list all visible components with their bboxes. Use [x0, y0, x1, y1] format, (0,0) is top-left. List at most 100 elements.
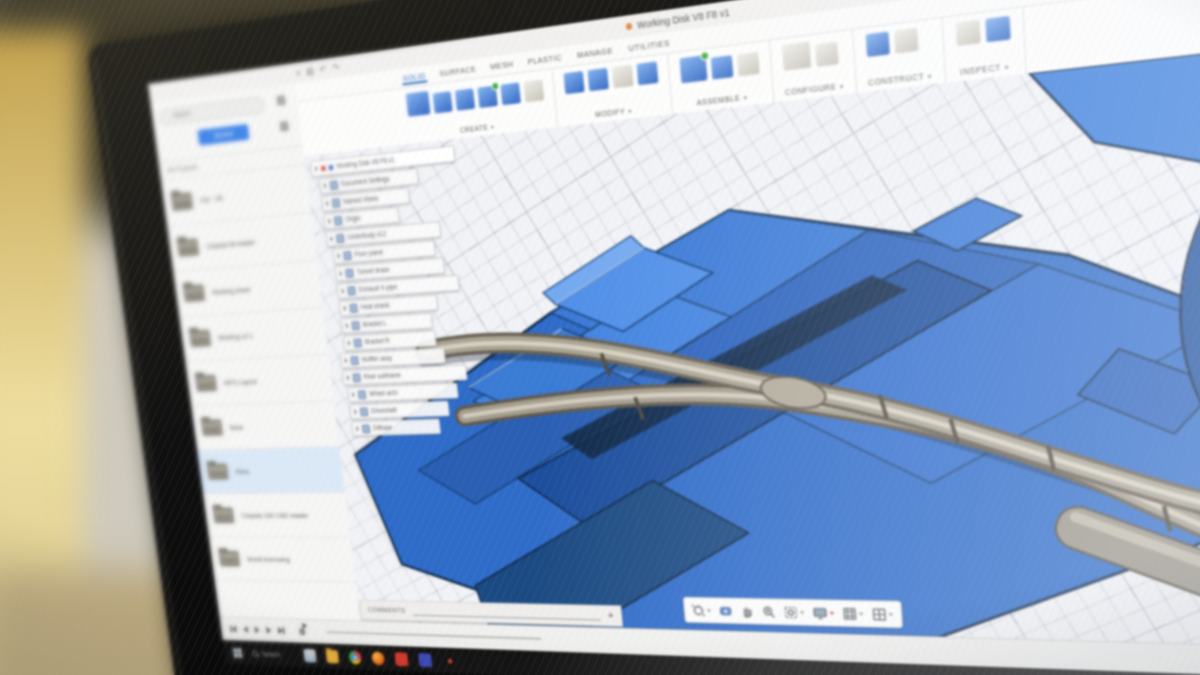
- chevron-down-icon-red: [830, 611, 835, 614]
- tab-plastic[interactable]: PLASTIC: [526, 50, 564, 69]
- loft-icon[interactable]: [500, 82, 521, 106]
- expand-caret-icon[interactable]: [326, 200, 329, 206]
- display-settings-button[interactable]: [812, 606, 834, 620]
- folder-row[interactable]: MFG Layout: [185, 355, 333, 407]
- pdf-app-icon[interactable]: [394, 652, 408, 666]
- browser-row-label: Working Disk V8 F8 v1: [336, 157, 395, 170]
- ribbon-group-construct: CONSTRUCT▾: [853, 18, 946, 93]
- body-icon: [353, 338, 362, 347]
- expand-caret-icon[interactable]: [339, 270, 342, 276]
- browser-row-label: Underbody v12: [347, 231, 386, 241]
- browser-row[interactable]: Wheel arch: [347, 383, 459, 403]
- browser-row-label: Rear subframe: [363, 372, 401, 380]
- folder-row-selected[interactable]: Rims: [197, 447, 344, 494]
- timeline-go-to-start-button[interactable]: [230, 626, 237, 633]
- firefox-icon[interactable]: [371, 651, 385, 665]
- tab-manage[interactable]: MANAGE: [575, 43, 614, 62]
- comment-input[interactable]: [412, 606, 601, 620]
- tab-utilities[interactable]: UTILITIES: [627, 35, 672, 55]
- pan-button[interactable]: [740, 604, 754, 617]
- folder-row[interactable]: World borrowing: [209, 537, 355, 582]
- rigid-group-icon[interactable]: [736, 51, 760, 77]
- extrude-icon[interactable]: [432, 91, 453, 114]
- folder-row[interactable]: Working v2.1: [179, 308, 328, 362]
- expand-caret-icon[interactable]: [324, 183, 327, 189]
- config-table-icon[interactable]: [815, 41, 840, 67]
- timeline-step-forward-button[interactable]: [266, 627, 272, 634]
- expand-caret-icon[interactable]: [315, 166, 318, 172]
- primitive-icon[interactable]: [523, 79, 545, 103]
- upload-button[interactable]: Upload: [197, 124, 249, 146]
- joint-icon[interactable]: [710, 55, 733, 80]
- expand-caret-icon[interactable]: [347, 375, 350, 381]
- expand-caret-icon[interactable]: [337, 253, 340, 259]
- chevron-down-icon: ▾: [491, 124, 495, 132]
- construction-plane-icon[interactable]: [865, 31, 890, 58]
- orbit-button[interactable]: [691, 603, 711, 616]
- new-component-icon[interactable]: [405, 91, 430, 118]
- section-analysis-icon[interactable]: [984, 15, 1010, 43]
- expand-caret-icon[interactable]: [341, 288, 344, 294]
- fusion-window: ≡ ▤ ↶ ↷ Working Disk V8 F8 v1: [148, 0, 1200, 675]
- chevron-down-icon: [800, 611, 804, 614]
- start-button[interactable]: [233, 648, 243, 658]
- folder-row[interactable]: Base: [191, 401, 339, 450]
- tab-surface[interactable]: SURFACE: [438, 61, 478, 80]
- folder-app-icon[interactable]: [325, 649, 339, 663]
- browser-row-label: Origin: [345, 215, 361, 223]
- grid-snaps-button[interactable]: [842, 607, 864, 621]
- timeline-marker[interactable]: [298, 622, 309, 640]
- configuration-icon[interactable]: [782, 41, 812, 71]
- folder-name: Chassis 100 CAD master: [241, 511, 309, 519]
- component-icon: [360, 407, 369, 416]
- list-view-icon[interactable]: [279, 121, 289, 132]
- expand-caret-icon[interactable]: [354, 409, 357, 415]
- teams-icon[interactable]: [418, 653, 432, 667]
- combine-icon[interactable]: [636, 61, 659, 86]
- browser-row[interactable]: Diffuser: [351, 419, 441, 437]
- component-icon: [362, 424, 371, 433]
- grid-view-icon[interactable]: [276, 95, 286, 106]
- expand-caret-icon[interactable]: [330, 236, 333, 242]
- taskbar-search[interactable]: Search: [252, 649, 281, 658]
- browser-row-label: Floor panel: [354, 249, 383, 258]
- folder-name: Car - V8: [199, 193, 222, 204]
- undo-icon[interactable]: ↶: [319, 64, 327, 74]
- folder-name: Chassis kit master: [206, 237, 256, 250]
- folder-row[interactable]: Chassis 100 CAD master: [203, 493, 350, 538]
- timeline-step-back-button[interactable]: [243, 626, 249, 633]
- redo-icon[interactable]: ↷: [332, 62, 340, 72]
- expand-caret-icon[interactable]: [348, 340, 351, 346]
- body-icon: [343, 251, 352, 260]
- timeline-play-button[interactable]: [254, 626, 260, 633]
- expand-caret-icon[interactable]: [356, 426, 359, 432]
- fillet-icon[interactable]: [587, 67, 609, 91]
- expand-caret-icon[interactable]: [343, 305, 346, 311]
- search-input[interactable]: [158, 96, 266, 126]
- chrome-icon[interactable]: [348, 650, 362, 664]
- expand-caret-icon[interactable]: [345, 358, 348, 364]
- add-comment-button[interactable]: +: [607, 610, 614, 621]
- shell-icon[interactable]: [611, 64, 633, 89]
- look-at-button[interactable]: [718, 604, 732, 617]
- press-pull-icon[interactable]: [563, 71, 585, 95]
- tab-solid[interactable]: SOLID: [401, 68, 427, 85]
- revolve-icon[interactable]: [455, 88, 476, 111]
- measure-icon[interactable]: [955, 19, 981, 46]
- tab-mesh[interactable]: MESH: [489, 56, 515, 73]
- zoom-button[interactable]: [762, 605, 777, 619]
- viewports-button[interactable]: [872, 607, 894, 621]
- expand-caret-icon[interactable]: [346, 323, 349, 329]
- construction-axis-icon[interactable]: [893, 27, 918, 54]
- menu-icon[interactable]: ≡: [295, 68, 301, 78]
- timeline-go-to-end-button[interactable]: [278, 627, 285, 634]
- browser-row[interactable]: Driveshaft: [349, 401, 450, 420]
- timeline-track[interactable]: [326, 631, 541, 640]
- sweep-icon[interactable]: [477, 85, 498, 108]
- file-icon[interactable]: ▤: [306, 66, 314, 76]
- new-component-assemble-icon[interactable]: [679, 55, 708, 84]
- file-explorer-icon[interactable]: [303, 648, 317, 662]
- fit-button[interactable]: [784, 605, 805, 619]
- expand-caret-icon[interactable]: [328, 218, 331, 224]
- expand-caret-icon[interactable]: [352, 392, 355, 398]
